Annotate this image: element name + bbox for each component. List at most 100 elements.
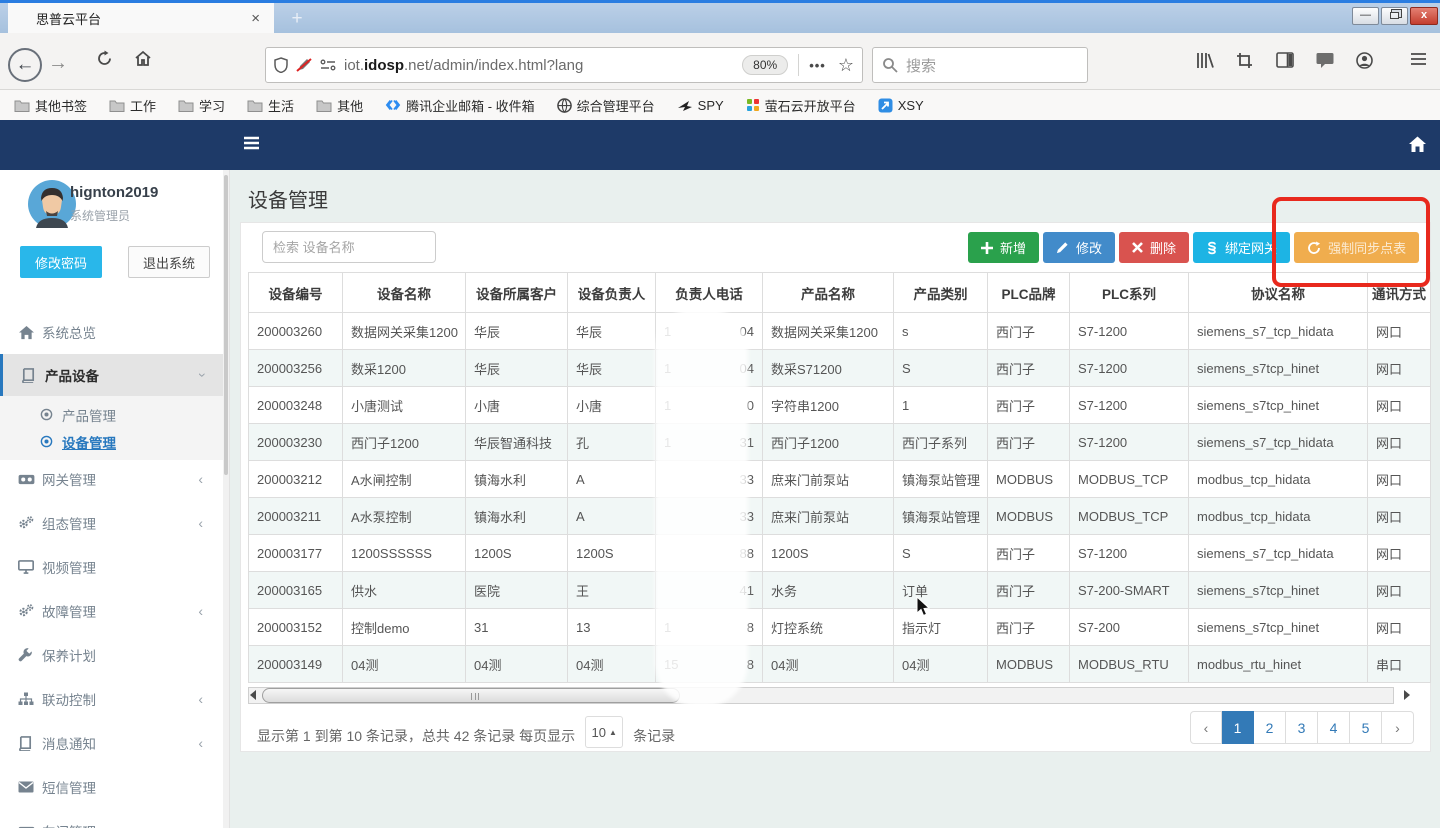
table-row[interactable]: 200003230西门子1200华辰智通科技孔131西门子1200西门子系列西门…: [249, 424, 1431, 461]
screenshot-icon[interactable]: [1236, 52, 1253, 69]
logout-button[interactable]: 退出系统: [128, 246, 210, 278]
url-bar[interactable]: iot.idosp.net/admin/index.html?lang 80% …: [265, 47, 863, 83]
shield-icon[interactable]: [274, 57, 288, 73]
browser-search-box[interactable]: 搜索: [872, 47, 1088, 83]
sidebar-item-系统总览[interactable]: 系统总览: [0, 318, 223, 346]
sidebar-item-车间管理[interactable]: 车间管理: [0, 817, 223, 828]
page-size-select[interactable]: 10 ▲: [585, 716, 623, 748]
bookmark-item[interactable]: 其他: [316, 96, 363, 115]
column-header-设备编号[interactable]: 设备编号: [249, 273, 343, 313]
cell-category: 指示灯: [894, 609, 988, 646]
horizontal-scrollbar-thumb[interactable]: [262, 688, 680, 703]
sidebar-subitem-设备管理[interactable]: 设备管理: [0, 428, 223, 455]
device-search-input[interactable]: [262, 231, 436, 263]
sidebar-subitem-产品管理[interactable]: 产品管理: [0, 401, 223, 428]
account-icon[interactable]: [1356, 52, 1373, 69]
page-actions-icon[interactable]: •••: [809, 58, 826, 73]
blocked-pencil-icon[interactable]: [296, 57, 312, 73]
column-header-PLC系列[interactable]: PLC系列: [1070, 273, 1189, 313]
table-row[interactable]: 200003211A水泵控制镇海水利A33庶来门前泵站镇海泵站管理MODBUSM…: [249, 498, 1431, 535]
plus-icon: [981, 242, 993, 254]
toolbar-button-删除[interactable]: 删除: [1119, 232, 1189, 263]
column-header-设备负责人[interactable]: 设备负责人: [568, 273, 656, 313]
cell-plc_series: S7-1200: [1070, 387, 1189, 424]
pagination-next[interactable]: ›: [1382, 711, 1414, 744]
cell-plc_series: S7-200-SMART: [1070, 572, 1189, 609]
column-header-产品类别[interactable]: 产品类别: [894, 273, 988, 313]
menu-hamburger-icon[interactable]: [1410, 52, 1427, 66]
reload-icon[interactable]: [96, 50, 113, 67]
table-row[interactable]: 200003165供水医院王41水务订单西门子S7-200-SMARTsieme…: [249, 572, 1431, 609]
browser-home-icon[interactable]: [134, 50, 152, 67]
bookmark-item[interactable]: 生活: [247, 96, 294, 115]
table-row[interactable]: 200003256数采1200华辰华辰104数采S71200S西门子S7-120…: [249, 350, 1431, 387]
sidebar-scrollbar-thumb[interactable]: [224, 175, 228, 475]
window-close-button[interactable]: x: [1410, 7, 1438, 25]
table-row[interactable]: 200003212A水闸控制镇海水利A33庶来门前泵站镇海泵站管理MODBUSM…: [249, 461, 1431, 498]
bookmark-item[interactable]: SPY: [677, 98, 724, 113]
bookmark-item[interactable]: 综合管理平台: [557, 96, 655, 115]
table-row[interactable]: 2000031771200SSSSSS1200S1200S881200SS西门子…: [249, 535, 1431, 572]
messages-icon[interactable]: [1316, 52, 1334, 68]
sidebar-item-组态管理[interactable]: 组态管理‹: [0, 509, 223, 537]
change-password-button[interactable]: 修改密码: [20, 246, 102, 278]
pagination-page-2[interactable]: 2: [1254, 711, 1286, 744]
library-icon[interactable]: [1196, 52, 1214, 69]
browser-tab[interactable]: 思普云平台 ×: [8, 3, 274, 33]
cell-protocol: modbus_tcp_hidata: [1189, 461, 1368, 498]
cell-plc_brand: MODBUS: [988, 461, 1070, 498]
scroll-right-arrow[interactable]: [1404, 690, 1410, 700]
column-header-设备名称[interactable]: 设备名称: [343, 273, 466, 313]
bookmark-item[interactable]: 学习: [178, 96, 225, 115]
avatar[interactable]: [28, 180, 76, 228]
toolbar-button-新增[interactable]: 新增: [968, 232, 1039, 263]
pagination-page-4[interactable]: 4: [1318, 711, 1350, 744]
forward-button[interactable]: →: [48, 52, 68, 75]
app-home-icon[interactable]: [1408, 135, 1427, 153]
table-row[interactable]: 200003260数据网关采集1200华辰华辰104数据网关采集1200s西门子…: [249, 313, 1431, 350]
sidebar-item-网关管理[interactable]: 网关管理‹: [0, 465, 223, 493]
sidebar-item-保养计划[interactable]: 保养计划: [0, 641, 223, 669]
table-row[interactable]: 200003152控制demo311318灯控系统指示灯西门子S7-200sie…: [249, 609, 1431, 646]
permissions-icon[interactable]: [320, 58, 336, 72]
cell-plc_brand: 西门子: [988, 387, 1070, 424]
pagination-page-5[interactable]: 5: [1350, 711, 1382, 744]
sidebar-item-故障管理[interactable]: 故障管理‹: [0, 597, 223, 625]
sidebar-item-label: 保养计划: [42, 645, 96, 665]
bookmark-star-icon[interactable]: ☆: [838, 55, 854, 76]
pagination-page-1[interactable]: 1: [1222, 711, 1254, 744]
bookmark-item[interactable]: 工作: [109, 96, 156, 115]
column-header-PLC品牌[interactable]: PLC品牌: [988, 273, 1070, 313]
window-restore-button[interactable]: [1381, 7, 1408, 25]
table-row[interactable]: 20000314904测04测04测15804测04测MODBUSMODBUS_…: [249, 646, 1431, 683]
sidebar-item-消息通知[interactable]: 消息通知‹: [0, 729, 223, 757]
bookmark-item[interactable]: XSY: [878, 98, 924, 113]
zoom-level-badge[interactable]: 80%: [742, 55, 788, 75]
sidebar-item-label: 短信管理: [42, 777, 96, 797]
globe-icon: [557, 98, 572, 113]
url-text[interactable]: iot.idosp.net/admin/index.html?lang: [344, 57, 742, 74]
bookmark-item[interactable]: 萤石云开放平台: [746, 96, 856, 115]
caret-up-icon: ▲: [609, 728, 617, 737]
bookmark-item[interactable]: 腾讯企业邮箱 - 收件箱: [385, 96, 535, 115]
tab-close-icon[interactable]: ×: [247, 10, 264, 27]
pagination-prev[interactable]: ‹: [1190, 711, 1222, 744]
sidebar-item-视频管理[interactable]: 视频管理: [0, 553, 223, 581]
sidebars-icon[interactable]: [1276, 52, 1294, 68]
pagination-page-3[interactable]: 3: [1286, 711, 1318, 744]
scroll-left-arrow[interactable]: [250, 690, 256, 700]
back-button[interactable]: ←: [8, 48, 42, 82]
sidebar-toggle-icon[interactable]: [243, 136, 260, 150]
cell-customer: 镇海水利: [466, 461, 568, 498]
sidebar-item-联动控制[interactable]: 联动控制‹: [0, 685, 223, 713]
toolbar-button-修改[interactable]: 修改: [1043, 232, 1115, 263]
table-row[interactable]: 200003248小唐测试小唐小唐10字符串12001西门子S7-1200sie…: [249, 387, 1431, 424]
column-header-产品名称[interactable]: 产品名称: [763, 273, 894, 313]
cell-comm: 网口: [1368, 350, 1431, 387]
bookmark-item[interactable]: 其他书签: [14, 96, 87, 115]
sidebar-item-短信管理[interactable]: 短信管理: [0, 773, 223, 801]
column-header-设备所属客户[interactable]: 设备所属客户: [466, 273, 568, 313]
new-tab-button[interactable]: +: [282, 6, 312, 33]
window-minimize-button[interactable]: —: [1352, 7, 1379, 25]
sidebar-item-产品设备[interactable]: 产品设备‹: [0, 354, 223, 396]
